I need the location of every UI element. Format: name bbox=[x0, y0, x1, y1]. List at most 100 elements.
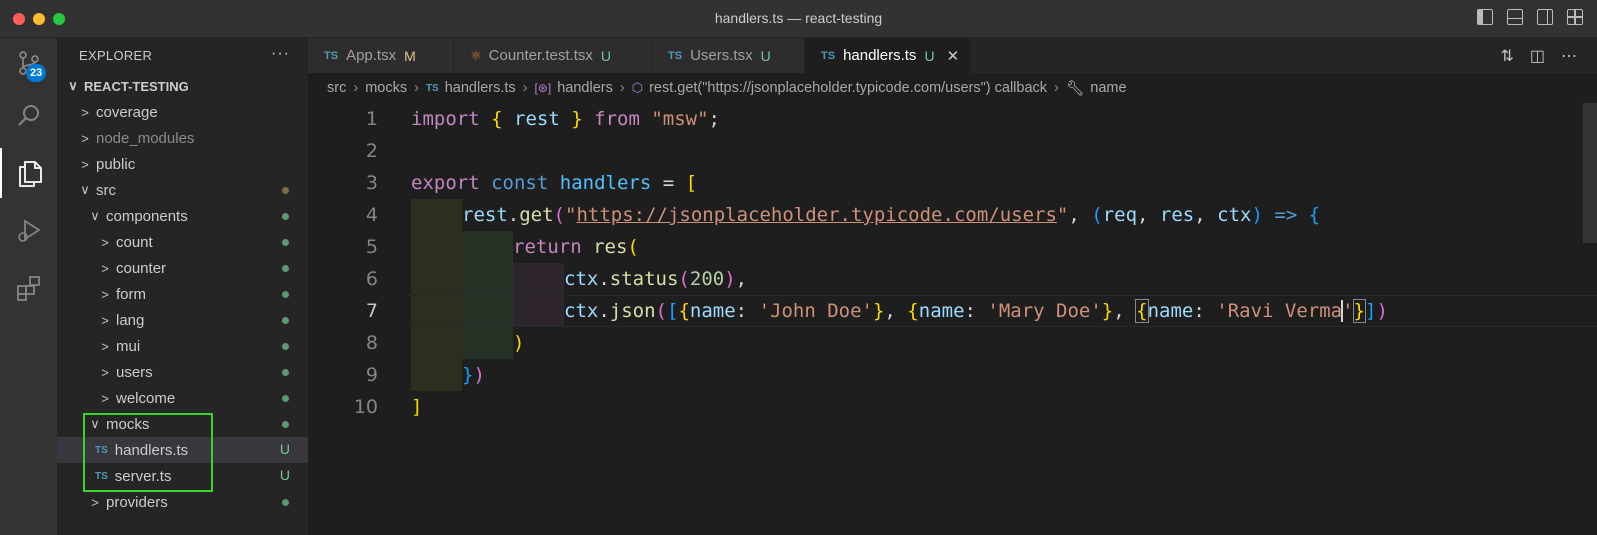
line-number: 3 bbox=[365, 172, 378, 194]
toggle-primary-sidebar-icon[interactable] bbox=[1477, 9, 1493, 25]
code-line: 2 bbox=[308, 135, 1597, 167]
customize-layout-icon[interactable] bbox=[1567, 9, 1583, 25]
untracked-dot bbox=[282, 213, 289, 220]
tree-item-label: mui bbox=[116, 337, 141, 355]
tree-item-coverage[interactable]: > coverage bbox=[57, 99, 308, 125]
code-token: ( bbox=[627, 236, 639, 258]
tree-item-welcome[interactable]: > welcome bbox=[57, 385, 308, 411]
code-token: ) bbox=[1376, 299, 1388, 322]
project-root[interactable]: ∨ REACT-TESTING bbox=[57, 73, 308, 99]
tree-item-users[interactable]: > users bbox=[57, 359, 308, 385]
code-token: , bbox=[1113, 299, 1137, 322]
code-token: } bbox=[1101, 299, 1114, 322]
line-number: 5 bbox=[365, 236, 378, 258]
code-token: ( bbox=[1091, 204, 1103, 226]
untracked-dot bbox=[282, 421, 289, 428]
url-link[interactable]: https://jsonplaceholder.typicode.com/use… bbox=[576, 204, 1056, 226]
tab-counter-test-tsx[interactable]: ⚛ Counter.test.tsx U bbox=[454, 38, 652, 73]
editor-tab-bar: TS App.tsx M ⚛ Counter.test.tsx U TS Use… bbox=[308, 38, 1597, 73]
toggle-secondary-sidebar-icon[interactable] bbox=[1537, 9, 1553, 25]
code-token: [ bbox=[667, 299, 679, 322]
tree-item-public[interactable]: > public bbox=[57, 151, 308, 177]
code-line: 6 ctx.status(200), bbox=[308, 263, 1597, 295]
chevron-right-icon: > bbox=[101, 286, 109, 302]
variable-symbol-icon: [⊛] bbox=[534, 81, 552, 95]
code-token: " bbox=[565, 204, 577, 226]
tree-item-lang[interactable]: > lang bbox=[57, 307, 308, 333]
breadcrumb-src[interactable]: src bbox=[327, 80, 346, 96]
tree-item-label: providers bbox=[106, 493, 168, 511]
chevron-right-icon: > bbox=[81, 130, 89, 146]
chevron-right-icon: › bbox=[353, 80, 359, 96]
tab-handlers-ts[interactable]: TS handlers.ts U ✕ bbox=[805, 38, 971, 73]
tree-item-providers[interactable]: > providers bbox=[57, 489, 308, 515]
more-actions-icon[interactable]: ··· bbox=[271, 45, 290, 63]
breadcrumb-mocks[interactable]: mocks bbox=[365, 80, 407, 96]
search-button[interactable] bbox=[0, 91, 57, 141]
code-token: 200 bbox=[689, 268, 725, 290]
code-token: res bbox=[593, 236, 628, 258]
code-token: ctx bbox=[564, 268, 599, 290]
code-token: { bbox=[1308, 204, 1321, 226]
title-bar: handlers.ts — react-testing bbox=[0, 0, 1597, 38]
tree-item-mui[interactable]: > mui bbox=[57, 333, 308, 359]
extensions-icon bbox=[16, 276, 40, 301]
split-editor-icon[interactable]: ◫ bbox=[1530, 46, 1545, 66]
files-icon bbox=[18, 161, 42, 187]
more-actions-icon[interactable]: ⋯ bbox=[1561, 46, 1577, 66]
tree-item-label: counter bbox=[116, 259, 167, 277]
close-tab-icon[interactable]: ✕ bbox=[947, 47, 960, 65]
breadcrumb-symbol-name[interactable]: name bbox=[1090, 80, 1126, 96]
property-symbol-icon: 🔧︎ bbox=[1065, 80, 1085, 97]
source-control-button[interactable]: 23 bbox=[0, 38, 57, 88]
code-token: name bbox=[918, 299, 965, 322]
line-number: 7 bbox=[365, 300, 378, 322]
tree-item-label: users bbox=[116, 363, 153, 381]
code-line: 1 import { rest } from "msw"; bbox=[308, 103, 1597, 135]
code-token: export bbox=[411, 172, 480, 194]
code-line: 3 export const handlers = [ bbox=[308, 167, 1597, 199]
code-token: json bbox=[609, 299, 656, 322]
tree-item-counter[interactable]: > counter bbox=[57, 255, 308, 281]
untracked-flag: U bbox=[924, 47, 935, 64]
run-debug-button[interactable] bbox=[0, 206, 57, 256]
code-token: const bbox=[491, 172, 549, 194]
untracked-dot bbox=[282, 369, 289, 376]
tree-item-src[interactable]: ∨ src bbox=[57, 177, 308, 203]
chevron-down-icon: ∨ bbox=[90, 208, 100, 223]
line-number: 2 bbox=[365, 140, 378, 162]
tree-item-form[interactable]: > form bbox=[57, 281, 308, 307]
untracked-dot bbox=[282, 395, 289, 402]
code-token: handlers bbox=[559, 172, 652, 194]
toggle-panel-icon[interactable] bbox=[1507, 9, 1523, 25]
code-token: , bbox=[1068, 204, 1092, 226]
code-token: , bbox=[1137, 204, 1160, 226]
code-line: 10 ] bbox=[308, 391, 1597, 423]
breadcrumb-symbol-callback[interactable]: rest.get("https://jsonplaceholder.typico… bbox=[649, 80, 1047, 96]
code-token: , bbox=[1194, 204, 1218, 226]
explorer-button[interactable] bbox=[0, 148, 57, 198]
extensions-button[interactable] bbox=[0, 263, 57, 313]
tab-app-tsx[interactable]: TS App.tsx M bbox=[308, 38, 454, 73]
tree-item-components[interactable]: ∨ components bbox=[57, 203, 308, 229]
code-token: ) bbox=[513, 332, 525, 354]
typescript-file-icon: TS bbox=[668, 49, 683, 62]
breadcrumb-symbol-handlers[interactable]: handlers bbox=[557, 80, 613, 96]
tab-users-tsx[interactable]: TS Users.tsx U bbox=[652, 38, 805, 73]
line-number: 8 bbox=[365, 332, 378, 354]
code-token: from bbox=[594, 108, 640, 130]
explorer-title: EXPLORER bbox=[79, 48, 153, 63]
code-token: "msw" bbox=[651, 108, 709, 130]
chevron-right-icon: > bbox=[101, 234, 109, 250]
editor-scrollbar[interactable] bbox=[1583, 103, 1597, 243]
tree-item-node-modules[interactable]: > node_modules bbox=[57, 125, 308, 151]
open-changes-icon[interactable]: ⇅ bbox=[1500, 46, 1513, 66]
typescript-file-icon: TS bbox=[425, 82, 439, 94]
untracked-dot bbox=[282, 265, 289, 272]
code-editor[interactable]: 1 import { rest } from "msw"; 2 3 export… bbox=[308, 103, 1597, 535]
code-token: } bbox=[571, 108, 583, 130]
tree-item-label: welcome bbox=[116, 389, 176, 407]
breadcrumb-file[interactable]: handlers.ts bbox=[445, 80, 516, 96]
tree-item-count[interactable]: > count bbox=[57, 229, 308, 255]
code-token: 'Ravi Verma bbox=[1216, 299, 1343, 322]
